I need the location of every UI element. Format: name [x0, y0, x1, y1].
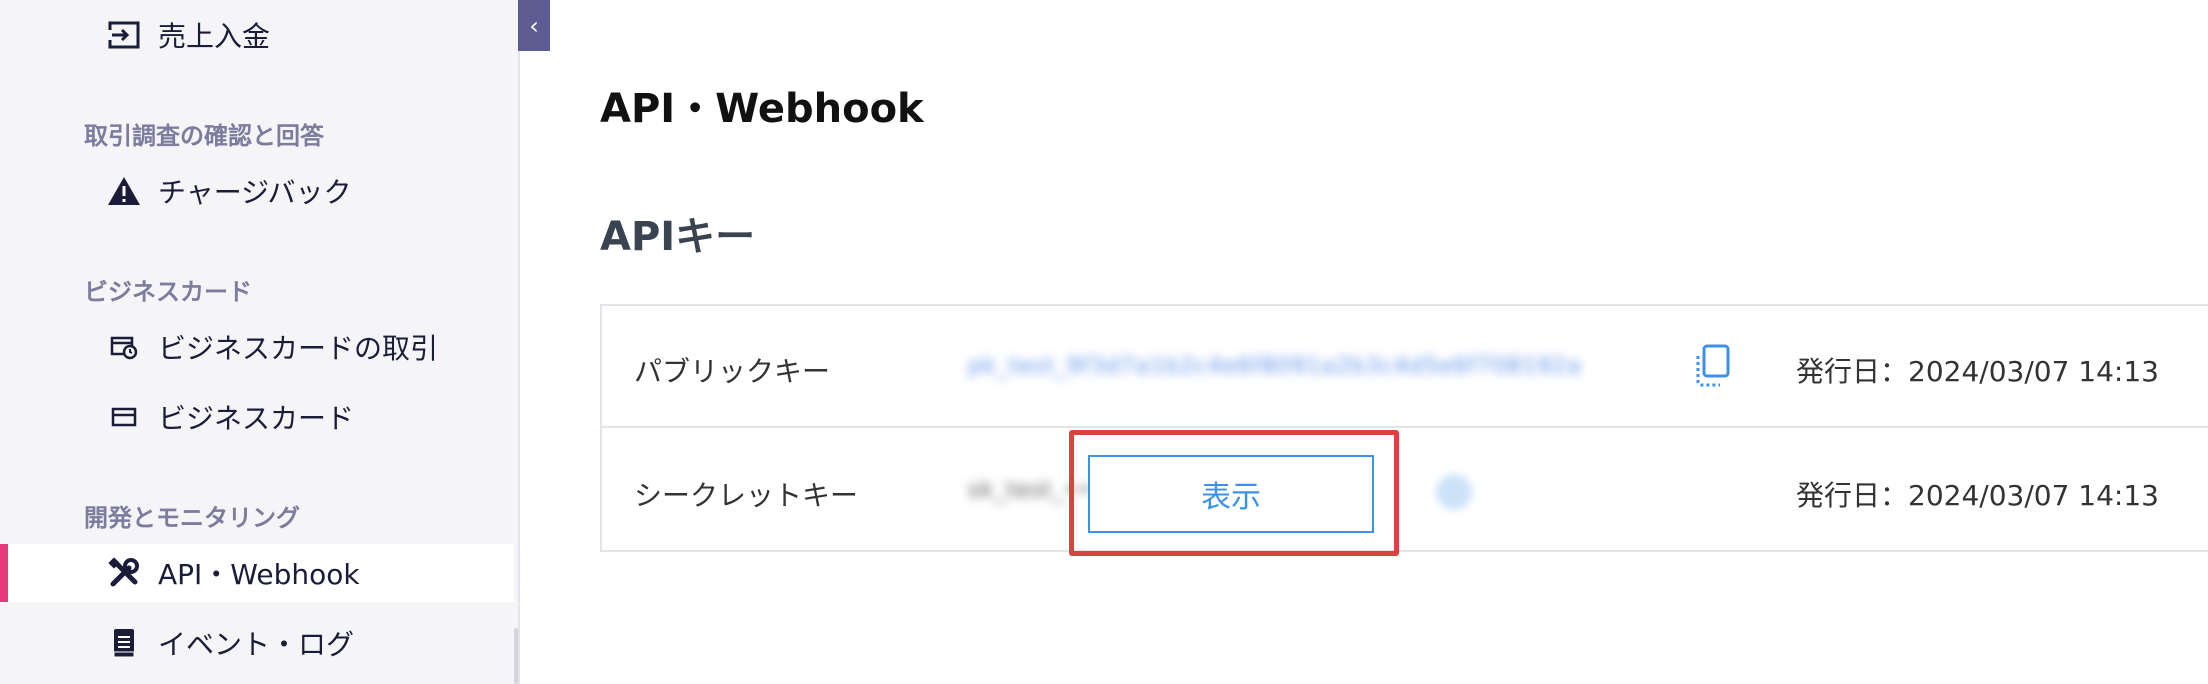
card-history-icon — [106, 329, 142, 365]
public-key-label: パブリックキー — [634, 355, 831, 388]
sidebar-collapse-button[interactable]: ‹ — [518, 0, 550, 51]
page-title: API・Webhook — [600, 86, 924, 132]
show-secret-key-button[interactable]: 表示 — [1088, 455, 1374, 533]
sidebar-item-label: 売上入金 — [158, 20, 271, 53]
chevron-left-icon: ‹ — [529, 11, 539, 40]
copy-icon[interactable] — [1690, 342, 1734, 392]
secret-key-label: シークレットキー — [634, 479, 859, 512]
warning-icon — [106, 173, 142, 209]
tools-icon — [106, 555, 142, 591]
secret-key-issued-date: 発行日：2024/03/07 14:13 — [1796, 479, 2159, 512]
public-key-row: パブリックキー pk_test_9f3d7a1b2c4e6f8091a2b3c4… — [602, 306, 2208, 428]
sidebar: 売上入金 取引調査の確認と回答 チャージバック ビジネスカード ビジネスカードの… — [0, 0, 518, 684]
section-heading-api-keys: APIキー — [600, 214, 756, 260]
sidebar-item-chargeback[interactable]: チャージバック — [0, 162, 514, 220]
secret-key-row: シークレットキー sk_test_•••••••••••••••••••• 発行… — [602, 430, 2208, 552]
sidebar-item-label: イベント・ログ — [158, 628, 355, 661]
sidebar-item-api-webhook[interactable]: API・Webhook — [0, 544, 514, 602]
section-title-development: 開発とモニタリング — [84, 504, 300, 532]
section-title-business-card: ビジネスカード — [84, 278, 252, 306]
copy-icon — [1432, 470, 1476, 520]
sidebar-item-deposits[interactable]: 売上入金 — [0, 6, 514, 64]
sidebar-item-business-card-transactions[interactable]: ビジネスカードの取引 — [0, 318, 514, 376]
card-icon — [106, 399, 142, 435]
public-key-issued-date: 発行日：2024/03/07 14:13 — [1796, 355, 2159, 388]
public-key-value[interactable]: pk_test_9f3d7a1b2c4e6f8091a2b3c4d5e6f708… — [968, 354, 1582, 379]
sidebar-item-business-card[interactable]: ビジネスカード — [0, 388, 514, 446]
sidebar-item-event-log[interactable]: イベント・ログ — [0, 614, 514, 672]
sidebar-item-label: チャージバック — [158, 176, 352, 209]
section-title-disputes: 取引調査の確認と回答 — [84, 122, 324, 150]
sidebar-item-label: ビジネスカードの取引 — [158, 332, 439, 365]
log-icon — [106, 625, 142, 661]
sidebar-item-label: ビジネスカード — [158, 402, 355, 435]
deposit-icon — [106, 17, 142, 53]
sidebar-divider — [518, 0, 520, 684]
sidebar-item-label: API・Webhook — [158, 558, 360, 591]
api-keys-table: パブリックキー pk_test_9f3d7a1b2c4e6f8091a2b3c4… — [600, 304, 2208, 552]
